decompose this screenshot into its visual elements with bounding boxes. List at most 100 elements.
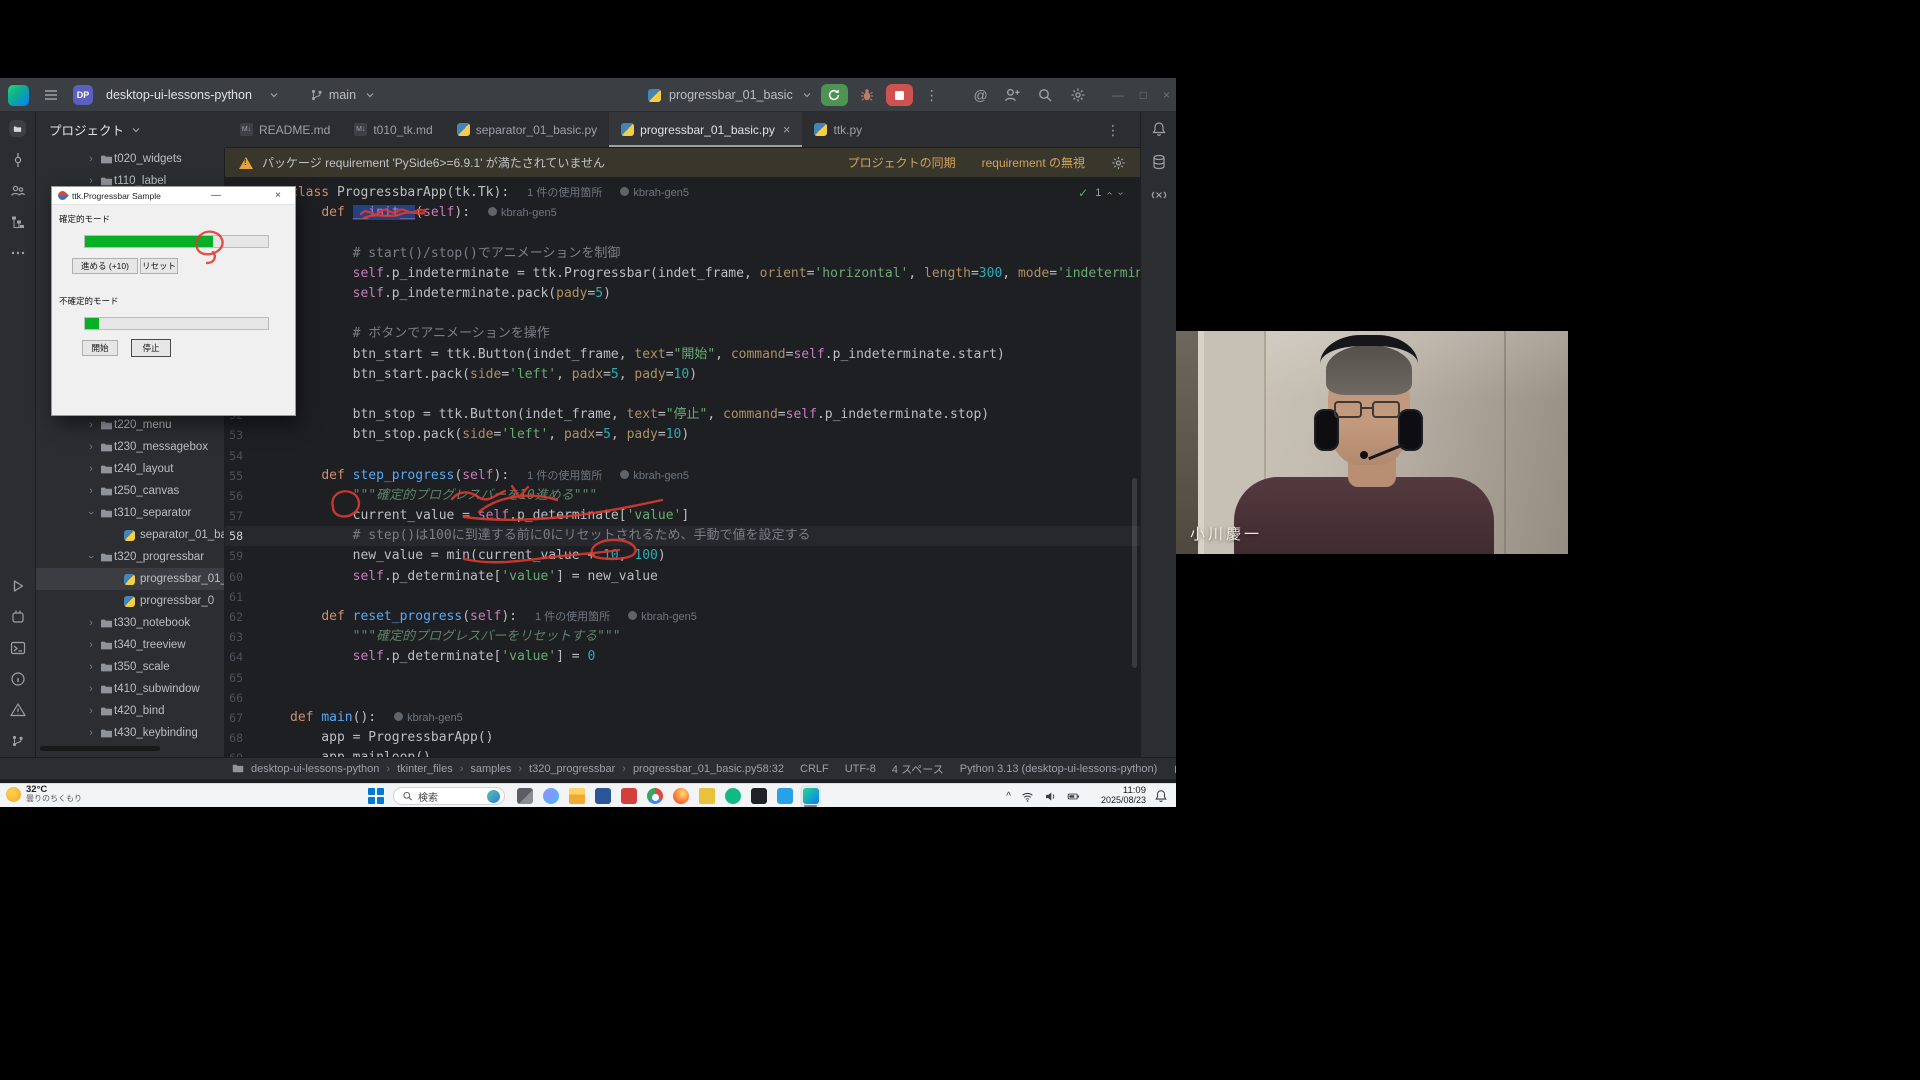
project-selector[interactable]: desktop-ui-lessons-python xyxy=(106,88,252,102)
stop-button-tk[interactable]: 停止 xyxy=(131,339,171,357)
sync-project-link[interactable]: プロジェクトの同期 xyxy=(848,154,956,171)
taskbar-app-chrome[interactable] xyxy=(644,785,665,807)
tree-item[interactable]: ›t310_separator xyxy=(36,502,224,524)
status-item[interactable]: 4 スペース xyxy=(892,761,944,777)
taskbar-search[interactable]: 検索 xyxy=(393,787,505,805)
notifications-bell-icon[interactable] xyxy=(1150,120,1167,137)
problems-tool-icon[interactable] xyxy=(9,670,26,687)
start-button[interactable]: 開始 xyxy=(82,340,118,356)
run-tool-icon[interactable] xyxy=(9,577,26,594)
editor-tab[interactable]: separator_01_basic.py xyxy=(445,112,609,147)
chevron-collapsed-icon[interactable]: › xyxy=(84,441,98,453)
tree-scrollbar[interactable] xyxy=(40,746,160,751)
editor-tab[interactable]: M↓README.md xyxy=(228,112,342,147)
hamburger-menu-icon[interactable] xyxy=(42,86,60,104)
battery-icon[interactable] xyxy=(1067,790,1080,803)
breadcrumb-item[interactable]: t320_progressbar xyxy=(529,763,615,775)
settings-gear-icon[interactable] xyxy=(1069,86,1087,104)
commit-tool-icon[interactable] xyxy=(9,151,26,168)
run-button[interactable] xyxy=(821,84,848,106)
status-item[interactable]: CRLF xyxy=(800,763,829,775)
debug-button[interactable] xyxy=(856,84,878,106)
taskbar-app-taskview[interactable] xyxy=(514,785,535,807)
project-tool-icon[interactable] xyxy=(9,120,26,137)
prev-problem-icon[interactable]: › xyxy=(1104,191,1115,194)
run-more-actions[interactable]: ⋮ xyxy=(921,87,943,104)
taskbar-app-adobe[interactable] xyxy=(618,785,639,807)
chevron-collapsed-icon[interactable]: › xyxy=(84,661,98,673)
tree-item[interactable]: ›t320_progressbar xyxy=(36,546,224,568)
banner-settings-icon[interactable] xyxy=(1111,155,1126,170)
tree-item[interactable]: ›t250_canvas xyxy=(36,480,224,502)
project-badge[interactable]: DP xyxy=(73,85,93,105)
search-everywhere-icon[interactable] xyxy=(1036,86,1054,104)
tree-item[interactable]: ›t340_treeview xyxy=(36,634,224,656)
run-config-selector[interactable]: progressbar_01_basic xyxy=(669,88,793,102)
add-user-icon[interactable] xyxy=(1003,86,1021,104)
taskbar-app-terminal[interactable] xyxy=(748,785,769,807)
tk-title-bar[interactable]: ttk.Progressbar Sample — × xyxy=(52,187,295,205)
inspections-widget[interactable]: ✓ 1 › › xyxy=(1072,184,1128,202)
pull-requests-icon[interactable] xyxy=(9,182,26,199)
ignore-requirement-link[interactable]: requirement の無視 xyxy=(982,154,1085,171)
chevron-expanded-icon[interactable]: › xyxy=(85,506,97,520)
structure-tool-icon[interactable] xyxy=(9,213,26,230)
chevron-collapsed-icon[interactable]: › xyxy=(84,485,98,497)
taskbar-app-vscode[interactable] xyxy=(774,785,795,807)
breadcrumb-item[interactable]: tkinter_files xyxy=(397,763,453,775)
chevron-collapsed-icon[interactable]: › xyxy=(84,727,98,739)
step-button[interactable]: 進める (+10) xyxy=(72,258,138,274)
project-panel-header[interactable]: プロジェクト xyxy=(36,112,225,148)
system-tray[interactable]: ^ xyxy=(1006,784,1080,808)
stop-button[interactable] xyxy=(886,84,913,106)
code-with-me-icon[interactable]: @ xyxy=(974,87,988,103)
database-tool-icon[interactable] xyxy=(1150,153,1167,170)
tree-item[interactable]: ›t240_layout xyxy=(36,458,224,480)
taskbar-app-firefox[interactable] xyxy=(670,785,691,807)
code-editor[interactable]: 41class ProgressbarApp(tk.Tk):1 件の使用箇所kb… xyxy=(225,178,1140,757)
hidden-icons-chevron[interactable]: ^ xyxy=(1006,791,1011,802)
tree-item[interactable]: ›t420_bind xyxy=(36,700,224,722)
warnings-tool-icon[interactable] xyxy=(9,701,26,718)
taskbar-app-word[interactable] xyxy=(592,785,613,807)
tree-item[interactable]: separator_01_basic.py xyxy=(36,524,224,546)
tree-item[interactable]: ›t350_scale xyxy=(36,656,224,678)
next-problem-icon[interactable]: › xyxy=(1115,191,1126,194)
more-tools-icon[interactable] xyxy=(9,244,26,261)
status-item[interactable]: Python 3.13 (desktop-ui-lessons-python) xyxy=(960,763,1158,775)
chevron-collapsed-icon[interactable]: › xyxy=(84,705,98,717)
taskbar-app-pycharm[interactable] xyxy=(800,785,821,807)
chevron-collapsed-icon[interactable]: › xyxy=(84,639,98,651)
editor-scrollbar[interactable] xyxy=(1132,478,1137,668)
tree-item[interactable]: ›t410_subwindow xyxy=(36,678,224,700)
chevron-collapsed-icon[interactable]: › xyxy=(84,153,98,165)
status-item[interactable]: UTF-8 xyxy=(845,763,876,775)
chevron-collapsed-icon[interactable]: › xyxy=(84,419,98,431)
no-preview-icon[interactable] xyxy=(1150,186,1167,203)
tree-item[interactable]: ›t220_menu xyxy=(36,414,224,436)
tree-item[interactable]: ›t330_notebook xyxy=(36,612,224,634)
ttk-progressbar-sample-window[interactable]: ttk.Progressbar Sample — × 確定的モード 進める (+… xyxy=(51,186,296,416)
chevron-expanded-icon[interactable]: › xyxy=(85,550,97,564)
tree-item[interactable]: ›t430_keybinding xyxy=(36,722,224,744)
terminal-tool-icon[interactable] xyxy=(9,639,26,656)
window-minimize-button[interactable]: — xyxy=(1112,88,1124,102)
window-close-button[interactable]: × xyxy=(1163,88,1170,102)
tree-item[interactable]: ›t020_widgets xyxy=(36,148,224,170)
breadcrumbs[interactable]: desktop-ui-lessons-python›tkinter_files›… xyxy=(0,763,756,775)
taskbar-app-copilot[interactable] xyxy=(540,785,561,807)
status-widgets[interactable]: 58:32CRLFUTF-84 スペースPython 3.13 (desktop… xyxy=(756,761,1176,777)
vcs-branch-selector[interactable]: main xyxy=(310,86,379,104)
reset-button[interactable]: リセット xyxy=(140,258,178,274)
editor-tab[interactable]: ttk.py xyxy=(802,112,874,147)
tk-minimize-button[interactable]: — xyxy=(205,190,227,201)
clock-widget[interactable]: 11:09 2025/08/23 xyxy=(1101,786,1146,806)
taskbar-app-explorer[interactable] xyxy=(566,785,587,807)
window-maximize-button[interactable]: □ xyxy=(1140,88,1147,102)
tab-close-icon[interactable]: × xyxy=(783,122,791,137)
chevron-collapsed-icon[interactable]: › xyxy=(84,463,98,475)
tree-item[interactable]: progressbar_01_basic.py xyxy=(36,568,224,590)
wifi-icon[interactable] xyxy=(1021,790,1034,803)
breadcrumb-item[interactable]: samples xyxy=(470,763,511,775)
chevron-collapsed-icon[interactable]: › xyxy=(84,683,98,695)
